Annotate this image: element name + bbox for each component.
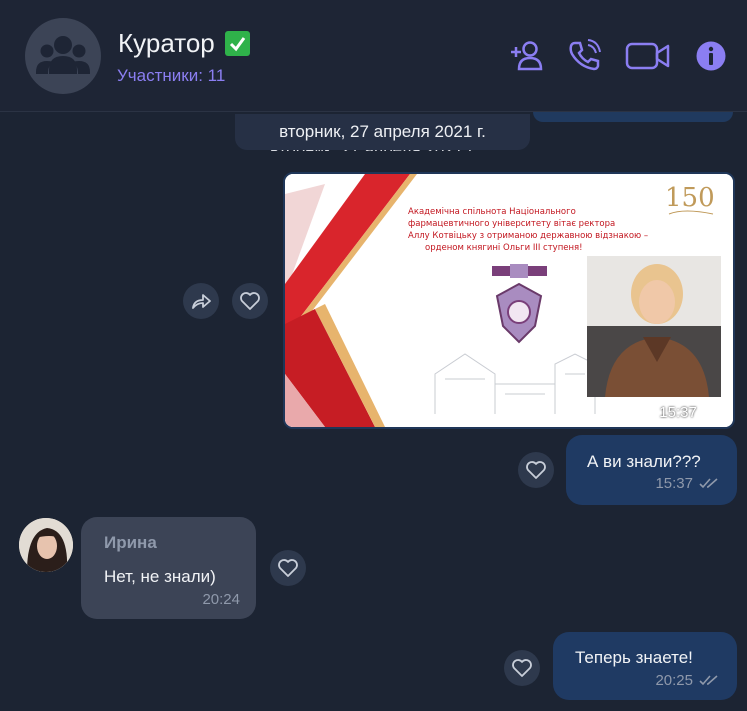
group-avatar[interactable] [25, 18, 101, 94]
heart-icon [512, 659, 532, 677]
chat-title-text: Куратор [118, 28, 215, 58]
like-button[interactable] [232, 283, 268, 319]
date-separator: вторник, 27 апреля 2021 г. [235, 114, 530, 150]
add-person-icon [511, 41, 543, 71]
message-text: Теперь знаете! [575, 648, 693, 667]
call-button[interactable] [567, 38, 603, 74]
chat-header: Куратор Участники: 11 [0, 0, 747, 112]
image-text-line3: Аллу Котвіцьку з отриманою державною від… [408, 231, 648, 241]
sender-avatar[interactable] [19, 518, 73, 572]
previous-message-edge [533, 112, 733, 122]
message-text: Нет, не знали) [104, 567, 216, 586]
info-button[interactable] [693, 38, 729, 74]
header-actions [509, 38, 729, 74]
heart-icon [240, 292, 260, 310]
image-text-line1: Академічна спільнота Національного [408, 207, 576, 217]
like-button[interactable] [270, 550, 306, 586]
video-camera-icon [625, 42, 670, 70]
outgoing-message[interactable]: А ви знали??? 15:37 [566, 435, 737, 505]
read-checkmarks-icon [699, 478, 718, 489]
info-icon [696, 41, 726, 71]
message-time: 20:24 [202, 591, 240, 608]
verified-check-icon [224, 31, 250, 56]
congratulation-image: Академічна спільнота Національного фарма… [285, 174, 733, 427]
incoming-message[interactable]: Ирина Нет, не знали) 20:24 [81, 517, 256, 619]
participants-count[interactable]: Участники: 11 [117, 66, 225, 86]
message-time: 15:37 [655, 475, 721, 492]
read-checkmarks-icon [699, 675, 718, 686]
image-text-line2: фармацевтичного університету вітає ректо… [408, 219, 615, 229]
image-message-time: 15:37 [659, 404, 723, 421]
message-list[interactable]: вторник, 27 апреля 2021 г. вторник, 27 а… [0, 112, 747, 711]
like-button[interactable] [518, 452, 554, 488]
heart-icon [278, 559, 298, 577]
forward-button[interactable] [183, 283, 219, 319]
message-text: А ви знали??? [587, 452, 701, 471]
image-message[interactable]: Академічна спільнота Національного фарма… [283, 172, 735, 429]
read-checkmarks-icon [701, 407, 720, 418]
outgoing-message[interactable]: Теперь знаете! 20:25 [553, 632, 737, 700]
heart-icon [526, 461, 546, 479]
anniversary-badge: 150 [665, 183, 715, 213]
phone-icon [569, 39, 601, 71]
share-arrow-icon [192, 294, 211, 309]
user-photo [19, 518, 73, 572]
chat-title[interactable]: Куратор [118, 28, 250, 59]
message-time: 20:25 [655, 672, 721, 689]
add-participant-button[interactable] [509, 38, 545, 74]
group-people-icon [36, 36, 90, 74]
image-text-line4: орденом княгині Ольги ІІІ ступеня! [425, 243, 583, 253]
video-call-button[interactable] [625, 38, 671, 74]
like-button[interactable] [504, 650, 540, 686]
sender-name[interactable]: Ирина [104, 533, 157, 553]
